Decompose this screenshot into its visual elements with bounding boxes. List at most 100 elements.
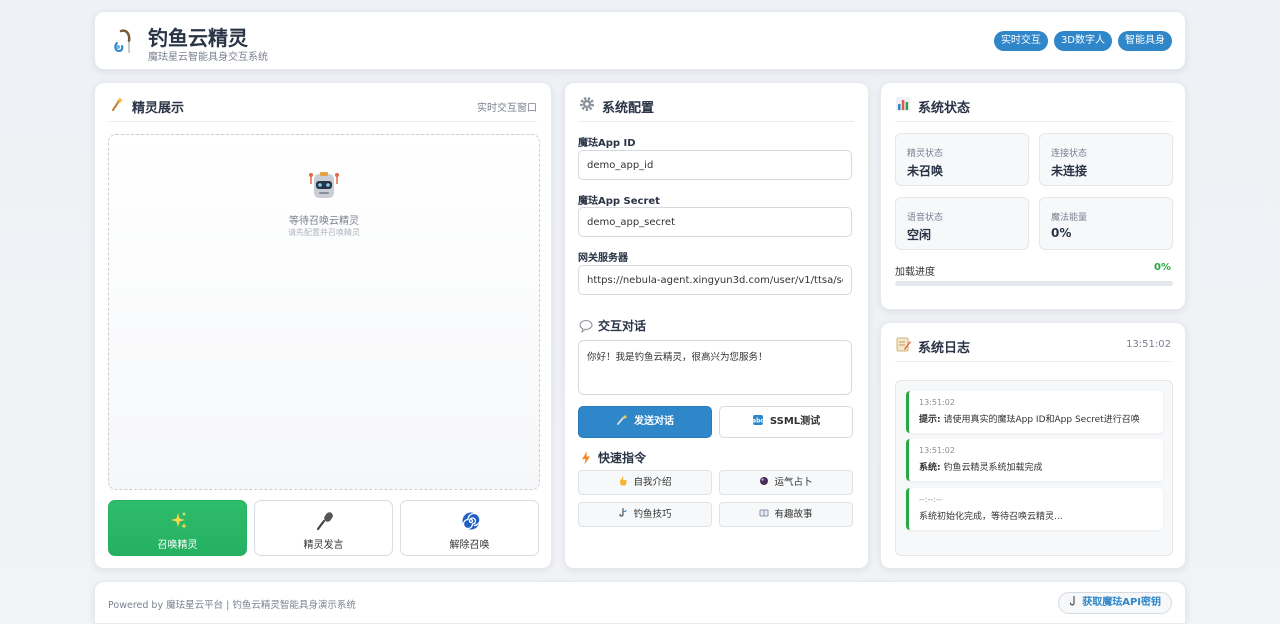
- send-chat-button[interactable]: 发送对话: [578, 406, 712, 438]
- panel-title: 系统配置: [602, 101, 655, 116]
- fishing-hook-icon: [1070, 596, 1075, 606]
- panel-title: 系统状态: [918, 101, 971, 116]
- panel-header: 系统日志 13:51:02: [895, 335, 1171, 362]
- test-tube-icon: abc: [752, 415, 764, 425]
- stat-label: 连接状态: [1051, 149, 1088, 159]
- memo-icon: [896, 337, 911, 352]
- quick-fortune-label: 运气占卜: [774, 477, 813, 488]
- app-secret-label: 魔珐App Secret: [578, 196, 660, 207]
- crystal-ball-icon: [760, 477, 769, 485]
- panel-title: 系统日志: [918, 341, 971, 356]
- stat-label: 语音状态: [907, 213, 944, 223]
- ssml-test-label: SSML测试: [769, 416, 821, 427]
- badge-embodied: 智能具身: [1118, 31, 1172, 51]
- chat-title: 交互对话: [598, 319, 647, 333]
- log-entry: 13:51:02 系统: 钓鱼云精灵系统加载完成: [906, 439, 1163, 481]
- quick-story-label: 有趣故事: [774, 509, 813, 520]
- log-entry-message: 系统初始化完成，等待召唤云精灵...: [919, 512, 1063, 522]
- panel-header: 系统配置: [579, 95, 854, 122]
- log-entry: --:--:-- 系统初始化完成，等待召唤云精灵...: [906, 488, 1163, 530]
- gateway-input[interactable]: [578, 265, 852, 295]
- bar-chart-icon: [896, 97, 910, 111]
- sprite-display-panel: 精灵展示 实时交互窗口 等待召唤云精灵 请先配置并召唤精灵 召唤精灵 精灵发言 …: [94, 82, 552, 569]
- app-secret-input[interactable]: [578, 207, 852, 237]
- speak-button[interactable]: 精灵发言: [254, 500, 393, 556]
- panel-header: 精灵展示 实时交互窗口: [109, 95, 537, 122]
- quick-title: 快速指令: [598, 451, 647, 465]
- progress-bar: [895, 281, 1173, 286]
- app-title: 钓鱼云精灵: [148, 26, 248, 50]
- log-entry-message: 钓鱼云精灵系统加载完成: [940, 463, 1043, 473]
- swirl-icon: [462, 512, 481, 530]
- log-entry-text: 提示: 请使用真实的魔珐App ID和App Secret进行召唤: [919, 412, 1140, 425]
- dismiss-label: 解除召唤: [449, 540, 490, 551]
- get-api-key-button[interactable]: 获取魔珐API密钥: [1058, 592, 1172, 614]
- system-log-panel: 系统日志 13:51:02 13:51:02 提示: 请使用真实的魔珐App I…: [880, 322, 1186, 569]
- footer: Powered by 魔珐星云平台 | 钓鱼云精灵智能具身演示系统 获取魔珐AP…: [94, 581, 1186, 624]
- speak-label: 精灵发言: [303, 540, 344, 551]
- voice-status-card: 语音状态 空闲: [895, 197, 1029, 250]
- dismiss-button[interactable]: 解除召唤: [400, 500, 539, 556]
- magic-energy-card: 魔法能量 0%: [1039, 197, 1173, 250]
- quick-intro-button[interactable]: 自我介绍: [578, 470, 712, 495]
- stage-message: 等待召唤云精灵: [289, 216, 359, 227]
- app-subtitle: 魔珐星云智能具身交互系统: [148, 52, 268, 63]
- sparkles-icon: [171, 512, 187, 529]
- stat-label: 精灵状态: [907, 149, 944, 159]
- log-entry-time: 13:51:02: [919, 398, 955, 407]
- svg-text:abc: abc: [752, 418, 764, 425]
- magic-wand-icon: [617, 414, 628, 425]
- summon-label: 召唤精灵: [157, 540, 198, 551]
- quick-fortune-button[interactable]: 运气占卜: [719, 470, 853, 495]
- stat-value: 0%: [1051, 226, 1072, 240]
- log-time: 13:51:02: [1126, 339, 1171, 350]
- book-icon: [760, 509, 769, 517]
- quick-fishing-button[interactable]: 钓鱼技巧: [578, 502, 712, 527]
- get-api-key-label: 获取魔珐API密钥: [1082, 597, 1161, 608]
- fishing-hook-icon: [114, 29, 131, 53]
- robot-icon: [309, 172, 339, 198]
- ssml-test-button[interactable]: abc SSML测试: [719, 406, 853, 438]
- fishing-hook-icon: [619, 508, 627, 517]
- stat-value: 未召唤: [907, 164, 944, 178]
- log-entry: 13:51:02 提示: 请使用真实的魔珐App ID和App Secret进行…: [906, 391, 1163, 433]
- stat-value: 空闲: [907, 228, 932, 242]
- log-entry-message: 请使用真实的魔珐App ID和App Secret进行召唤: [940, 415, 1140, 425]
- stat-label: 魔法能量: [1051, 213, 1088, 223]
- hand-icon: [620, 476, 628, 486]
- badge-3d: 3D数字人: [1053, 31, 1112, 51]
- log-entry-text: 系统初始化完成，等待召唤云精灵...: [919, 509, 1063, 522]
- stat-value: 未连接: [1051, 164, 1088, 178]
- speech-bubble-icon: [579, 320, 593, 333]
- gateway-label: 网关服务器: [578, 253, 628, 264]
- quick-fishing-label: 钓鱼技巧: [633, 509, 672, 520]
- badge-realtime: 实时交互: [993, 31, 1048, 51]
- sprite-stage[interactable]: 等待召唤云精灵 请先配置并召唤精灵: [108, 134, 540, 490]
- lightning-icon: [582, 451, 590, 465]
- panel-header: 系统状态: [895, 95, 1171, 122]
- log-entry-text: 系统: 钓鱼云精灵系统加载完成: [919, 460, 1042, 473]
- config-panel: 系统配置 魔珐App ID 魔珐App Secret 网关服务器 交互对话 你好…: [564, 82, 869, 569]
- log-list[interactable]: 13:51:02 提示: 请使用真实的魔珐App ID和App Secret进行…: [895, 380, 1173, 556]
- microphone-icon: [316, 512, 333, 531]
- progress-label: 加载进度: [895, 267, 935, 278]
- sprite-status-card: 精灵状态 未召唤: [895, 133, 1029, 186]
- header-badges: 实时交互 3D数字人 智能具身: [993, 31, 1172, 51]
- log-entry-prefix: 提示:: [919, 415, 941, 425]
- panel-title: 精灵展示: [132, 101, 185, 116]
- quick-intro-label: 自我介绍: [633, 477, 672, 488]
- summon-button[interactable]: 召唤精灵: [108, 500, 247, 556]
- magic-wand-icon: [111, 97, 124, 112]
- chat-textarea[interactable]: 你好！我是钓鱼云精灵，很高兴为您服务！: [578, 340, 852, 395]
- log-entry-prefix: 系统:: [919, 463, 941, 473]
- log-entry-time: 13:51:02: [919, 446, 955, 455]
- panel-right-label: 实时交互窗口: [477, 103, 537, 114]
- progress-value: 0%: [1154, 262, 1171, 273]
- app-header: 钓鱼云精灵 魔珐星云智能具身交互系统 实时交互 3D数字人 智能具身: [94, 11, 1186, 70]
- gear-icon: [580, 97, 594, 111]
- stage-hint: 请先配置并召唤精灵: [288, 228, 360, 237]
- footer-text: Powered by 魔珐星云平台 | 钓鱼云精灵智能具身演示系统: [108, 600, 356, 611]
- app-id-input[interactable]: [578, 150, 852, 180]
- send-chat-label: 发送对话: [634, 416, 674, 427]
- quick-story-button[interactable]: 有趣故事: [719, 502, 853, 527]
